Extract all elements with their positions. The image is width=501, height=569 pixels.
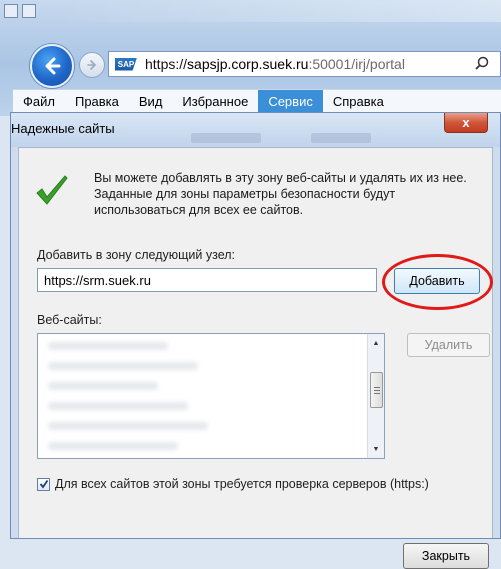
background-tab-ghost xyxy=(191,133,261,143)
dialog-titlebar: Надежные сайты x xyxy=(11,113,500,147)
url-prefix: https:// xyxy=(145,56,188,72)
list-item[interactable] xyxy=(48,382,158,390)
websites-list[interactable]: ▲ ▼ xyxy=(37,333,385,459)
add-site-input[interactable] xyxy=(37,268,377,292)
zone-info-text: Вы можете добавлять в эту зону веб-сайты… xyxy=(94,171,467,217)
menu-bar: Файл Правка Вид Избранное Сервис Справка xyxy=(13,89,501,113)
scroll-down-icon[interactable]: ▼ xyxy=(368,441,384,457)
save-icon[interactable] xyxy=(22,4,36,18)
close-button[interactable]: Закрыть xyxy=(403,543,489,569)
dialog-close-button[interactable]: x xyxy=(444,113,488,133)
quick-access-toolbar xyxy=(4,4,36,18)
list-item[interactable] xyxy=(48,422,208,430)
forward-button[interactable] xyxy=(79,52,105,78)
list-item[interactable] xyxy=(48,342,168,350)
url-text[interactable]: https://sapsjp.corp.suek.ru:50001/irj/po… xyxy=(145,56,405,72)
list-item[interactable] xyxy=(48,402,188,410)
address-bar[interactable]: SAP https://sapsjp.corp.suek.ru:50001/ir… xyxy=(108,51,501,77)
dialog-body: Вы можете добавлять в эту зону веб-сайты… xyxy=(18,147,493,569)
menu-favorites[interactable]: Избранное xyxy=(172,90,258,113)
menu-help[interactable]: Справка xyxy=(323,90,394,113)
back-button[interactable] xyxy=(30,44,74,88)
add-site-label: Добавить в зону следующий узел: xyxy=(37,248,236,262)
https-checkbox[interactable] xyxy=(37,477,50,491)
forward-arrow-icon xyxy=(87,60,97,70)
url-host: sapsjp.corp.suek.ru xyxy=(187,56,309,72)
add-button[interactable]: Добавить xyxy=(394,268,480,294)
menu-view[interactable]: Вид xyxy=(129,90,173,113)
dialog-title: Надежные сайты xyxy=(11,121,115,136)
https-checkbox-label: Для всех сайтов этой зоны требуется пров… xyxy=(55,477,429,491)
background-tab-ghost xyxy=(311,133,371,143)
scroll-thumb[interactable] xyxy=(370,372,383,408)
menu-edit[interactable]: Правка xyxy=(65,90,129,113)
list-scrollbar[interactable]: ▲ ▼ xyxy=(367,334,384,458)
remove-button[interactable]: Удалить xyxy=(407,333,490,357)
url-path: :50001/irj/portal xyxy=(308,56,405,72)
site-favicon: SAP xyxy=(115,57,137,71)
scroll-up-icon[interactable]: ▲ xyxy=(368,335,384,351)
checkbox-check-icon xyxy=(39,479,48,489)
back-arrow-icon xyxy=(45,57,61,75)
menu-file[interactable]: Файл xyxy=(13,90,65,113)
list-item[interactable] xyxy=(48,362,198,370)
checkmark-icon xyxy=(36,175,68,205)
https-option[interactable]: Для всех сайтов этой зоны требуется пров… xyxy=(37,477,429,491)
window-icon[interactable] xyxy=(4,4,18,18)
titlebar xyxy=(60,0,501,22)
list-item[interactable] xyxy=(48,442,178,450)
trusted-sites-dialog: Надежные сайты x Вы можете добавлять в э… xyxy=(10,112,501,569)
search-icon[interactable] xyxy=(474,56,490,72)
menu-tools[interactable]: Сервис xyxy=(258,90,323,113)
close-icon: x xyxy=(462,115,470,130)
websites-label: Веб-сайты: xyxy=(37,313,102,327)
